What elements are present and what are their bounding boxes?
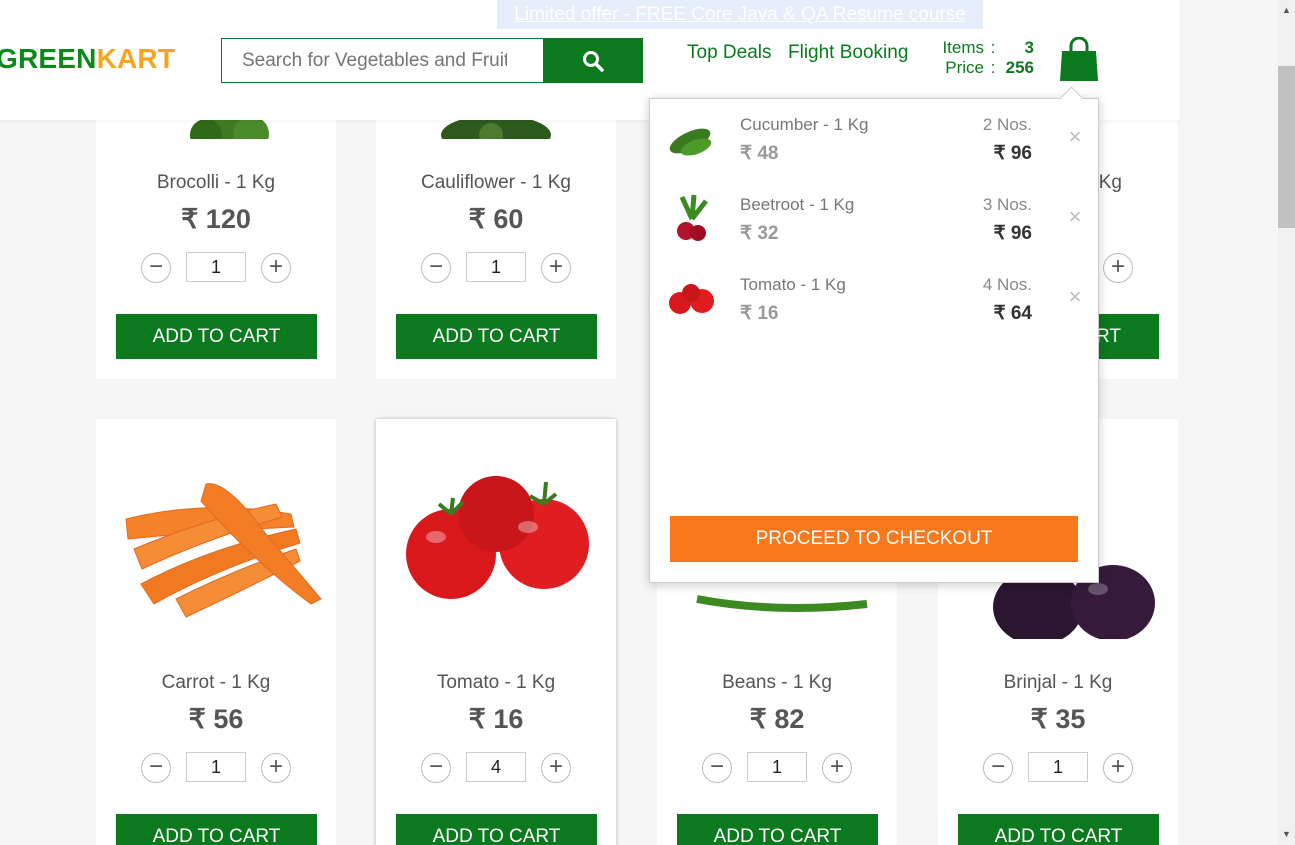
cart-item-total: ₹ 96 [993,223,1032,244]
add-to-cart-button[interactable]: ADD TO CART [677,814,878,845]
increment-button[interactable]: + [541,253,571,283]
remove-item-icon[interactable]: × [1064,126,1086,148]
cart-item-total: ₹ 96 [993,143,1032,164]
quantity-stepper: − + [421,752,571,784]
quantity-input[interactable] [1028,752,1088,782]
quantity-stepper: − + [421,252,571,284]
scroll-up-arrow-icon[interactable]: ▲ [1278,2,1295,19]
decrement-button[interactable]: − [702,753,732,783]
add-to-cart-button[interactable]: ADD TO CART [116,814,317,845]
items-colon: : [990,38,996,57]
product-price: ₹ 35 [1030,704,1086,734]
increment-button[interactable]: + [1103,253,1133,283]
quantity-stepper: − + [702,752,852,784]
remove-item-icon[interactable]: × [1064,286,1086,308]
product-name: Cauliflower - 1 Kg [421,172,571,193]
remove-item-icon[interactable]: × [1064,206,1086,228]
tomato-image [406,476,589,599]
product-card: Carrot - 1 Kg ₹ 56 − + ADD TO CART [96,419,336,845]
product-price: ₹ 16 [468,704,524,734]
cart-summary: Items : 3 Price : 256 [928,38,1036,78]
cart-item-quantity: 2 Nos. [982,115,1032,134]
decrement-button[interactable]: − [421,753,451,783]
increment-button[interactable]: + [261,753,291,783]
cart-item: Beetroot - 1 Kg ₹ 32 3 Nos. ₹ 96 × [650,179,1100,259]
product-price: ₹ 56 [188,704,244,734]
quantity-input[interactable] [186,252,246,282]
items-label: Items [942,38,984,57]
cart-item-total: ₹ 64 [993,303,1032,324]
cart-item-quantity: 3 Nos. [982,195,1032,214]
decrement-button[interactable]: − [141,253,171,283]
quantity-stepper: − + [141,252,291,284]
decrement-button[interactable]: − [141,753,171,783]
cart-item-price: ₹ 32 [740,223,779,244]
logo-green-text: GREEN [0,43,97,74]
promo-link[interactable]: Limited offer - FREE Core Java & QA Resu… [497,0,983,29]
items-count: 3 [1024,38,1034,57]
add-to-cart-button[interactable]: ADD TO CART [396,314,597,359]
scroll-thumb[interactable] [1278,66,1295,228]
cart-item: Cucumber - 1 Kg ₹ 48 2 Nos. ₹ 96 × [650,99,1100,179]
product-name: Brocolli - 1 Kg [156,172,276,193]
tomato-thumbnail [669,284,714,314]
price-label: Price [945,58,984,77]
cart-item-name: Cucumber - 1 Kg [740,115,869,134]
product-price: ₹ 120 [181,204,251,234]
cart-item-price: ₹ 16 [740,303,779,324]
cucumber-thumbnail [669,128,712,156]
beetroot-thumbnail [677,194,708,241]
search-button[interactable] [543,38,643,83]
carrot-image [125,483,322,618]
shopping-bag-icon [1060,36,1098,81]
cart-item-name: Beetroot - 1 Kg [740,195,855,214]
search-input[interactable] [221,38,544,83]
increment-button[interactable]: + [541,753,571,783]
product-name: Tomato - 1 Kg [436,672,556,693]
brand-logo[interactable]: GREENKART [0,43,175,75]
quantity-input[interactable] [186,752,246,782]
add-to-cart-button[interactable]: ADD TO CART [396,814,597,845]
quantity-input[interactable] [747,752,807,782]
product-image-tomato [376,419,616,659]
vertical-scrollbar[interactable]: ▲ ▼ [1278,0,1295,845]
product-name: Carrot - 1 Kg [161,672,271,693]
quantity-stepper: − + [141,752,291,784]
logo-kart-text: KART [96,43,176,74]
cart-item-quantity: 4 Nos. [982,275,1032,294]
increment-button[interactable]: + [261,253,291,283]
product-card: Tomato - 1 Kg ₹ 16 − + ADD TO CART [376,419,616,845]
add-to-cart-button[interactable]: ADD TO CART [116,314,317,359]
product-price: ₹ 82 [749,704,805,734]
cart-item-price: ₹ 48 [740,143,779,164]
price-colon: : [990,58,996,77]
cart-item: Tomato - 1 Kg ₹ 16 4 Nos. ₹ 64 × [650,259,1100,339]
proceed-to-checkout-button[interactable]: PROCEED TO CHECKOUT [670,516,1078,562]
nav-top-deals[interactable]: Top Deals [687,42,772,64]
nav-flight-booking[interactable]: Flight Booking [788,42,908,64]
add-to-cart-button[interactable]: ADD TO CART [958,814,1159,845]
cart-preview: Cucumber - 1 Kg ₹ 48 2 Nos. ₹ 96 × Beetr… [649,98,1099,583]
quantity-stepper: − + [983,752,1133,784]
product-name: Brinjal - 1 Kg [1003,672,1113,693]
increment-button[interactable]: + [822,753,852,783]
cart-button[interactable] [1058,36,1100,82]
decrement-button[interactable]: − [421,253,451,283]
cart-item-name: Tomato - 1 Kg [740,275,846,294]
scroll-down-arrow-icon[interactable]: ▼ [1278,826,1295,843]
quantity-input[interactable] [466,752,526,782]
product-image-carrot [96,419,336,659]
product-price: ₹ 60 [468,204,524,234]
price-total: 256 [1005,58,1034,77]
increment-button[interactable]: + [1103,753,1133,783]
decrement-button[interactable]: − [983,753,1013,783]
product-name: Beans - 1 Kg [722,672,832,693]
search-icon [583,50,604,72]
quantity-input[interactable] [466,252,526,282]
